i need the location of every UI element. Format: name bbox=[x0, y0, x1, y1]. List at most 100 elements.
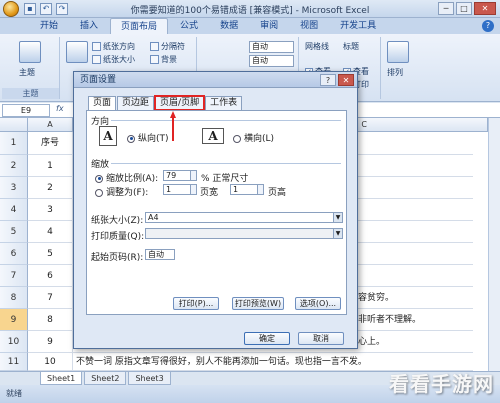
dialog-title-buttons: ? ✕ bbox=[320, 74, 354, 86]
row-header[interactable]: 5 bbox=[0, 221, 28, 243]
portrait-option[interactable]: 纵向(T) bbox=[127, 131, 169, 144]
print-quality-select[interactable]: ▼ bbox=[145, 228, 343, 239]
cell-a[interactable]: 2 bbox=[28, 177, 73, 199]
row-header[interactable]: 7 bbox=[0, 265, 28, 287]
dropdown-arrow-icon[interactable]: ▼ bbox=[333, 229, 342, 238]
breaks-button[interactable]: 分隔符 bbox=[150, 41, 185, 52]
tab-home[interactable]: 开始 bbox=[30, 18, 68, 34]
adjust-radio[interactable] bbox=[95, 174, 103, 183]
cancel-button[interactable]: 取消 bbox=[298, 332, 344, 345]
theme-group-label: 主题 bbox=[2, 88, 59, 99]
size-button[interactable]: 纸张大小 bbox=[92, 54, 135, 65]
landscape-icon: A bbox=[202, 128, 224, 144]
title-bar: ▪ ↶ ↷ 你需要知道的100个易错成语 [兼容模式] - Microsoft … bbox=[0, 0, 500, 18]
spinner-arrows-icon[interactable] bbox=[257, 185, 263, 194]
sheet-tab-2[interactable]: Sheet2 bbox=[84, 372, 127, 385]
fit-wide-spinner[interactable]: 1 bbox=[163, 184, 197, 195]
tab-developer[interactable]: 开发工具 bbox=[330, 18, 386, 34]
cell-a[interactable]: 8 bbox=[28, 309, 73, 331]
spinner-arrows-icon[interactable] bbox=[190, 185, 196, 194]
cell-a[interactable]: 4 bbox=[28, 221, 73, 243]
portrait-radio[interactable] bbox=[127, 134, 135, 143]
tab-page[interactable]: 页面 bbox=[88, 96, 117, 110]
tab-sheet[interactable]: 工作表 bbox=[205, 96, 243, 110]
orientation-icon bbox=[92, 42, 101, 51]
maximize-button[interactable]: □ bbox=[456, 2, 472, 15]
window-controls: ─ □ ✕ bbox=[438, 2, 496, 15]
tab-review[interactable]: 审阅 bbox=[250, 18, 288, 34]
adjust-option[interactable]: 缩放比例(A): bbox=[95, 171, 158, 184]
sheet-tab-1[interactable]: Sheet1 bbox=[40, 372, 83, 385]
fit-tall-suffix: 页高 bbox=[268, 188, 287, 198]
margins-icon[interactable] bbox=[66, 41, 88, 63]
theme-button-label: 主题 bbox=[19, 68, 35, 77]
page-tab-panel: 方向 A 纵向(T) A 横向(L) 缩放 缩放比例(A): 79 % 正常尺寸… bbox=[86, 110, 347, 315]
landscape-option[interactable]: 横向(L) bbox=[233, 131, 274, 144]
row-header[interactable]: 10 bbox=[0, 331, 28, 353]
close-button[interactable]: ✕ bbox=[474, 2, 496, 15]
tab-formulas[interactable]: 公式 bbox=[170, 18, 208, 34]
adjust-spinner[interactable]: 79 bbox=[163, 170, 197, 181]
vertical-scrollbar[interactable] bbox=[488, 118, 500, 371]
row-header[interactable]: 4 bbox=[0, 199, 28, 221]
fit-wide-suffix: 页宽 bbox=[200, 188, 219, 198]
options-button[interactable]: 选项(O)... bbox=[295, 297, 341, 310]
scaling-divider bbox=[111, 163, 341, 164]
cell-a[interactable]: 3 bbox=[28, 199, 73, 221]
minimize-button[interactable]: ─ bbox=[438, 2, 454, 15]
row-header[interactable]: 6 bbox=[0, 243, 28, 265]
group-arrange: 排列 bbox=[383, 37, 413, 99]
fit-tall-spinner[interactable]: 1 bbox=[230, 184, 264, 195]
cell-a[interactable]: 5 bbox=[28, 243, 73, 265]
help-icon[interactable]: ? bbox=[482, 20, 494, 32]
background-button[interactable]: 背景 bbox=[150, 54, 177, 65]
adjust-suffix: % 正常尺寸 bbox=[201, 174, 249, 184]
tab-header-footer[interactable]: 页眉/页脚 bbox=[154, 95, 206, 111]
orientation-button[interactable]: 纸张方向 bbox=[92, 41, 135, 52]
fit-option[interactable]: 调整为(F): bbox=[95, 185, 148, 198]
cell-a[interactable]: 序号 bbox=[28, 132, 73, 155]
row-header[interactable]: 3 bbox=[0, 177, 28, 199]
dropdown-arrow-icon[interactable]: ▼ bbox=[333, 213, 342, 222]
row-header-selected[interactable]: 9 bbox=[0, 309, 28, 331]
cell-a[interactable]: 10 bbox=[28, 353, 73, 371]
gridlines-header: 网格线 bbox=[305, 42, 329, 51]
height-select[interactable]: 自动 bbox=[249, 55, 294, 67]
scaling-label: 缩放 bbox=[91, 160, 110, 170]
tab-insert[interactable]: 插入 bbox=[70, 18, 108, 34]
row-header[interactable]: 11 bbox=[0, 353, 28, 371]
select-all-corner[interactable] bbox=[0, 118, 28, 132]
tab-page-layout[interactable]: 页面布局 bbox=[110, 18, 169, 34]
name-box[interactable]: E9 bbox=[2, 104, 50, 117]
tab-margins[interactable]: 页边距 bbox=[117, 96, 155, 110]
row-header[interactable]: 1 bbox=[0, 132, 28, 155]
dialog-close-button[interactable]: ✕ bbox=[338, 74, 354, 86]
print-button[interactable]: 打印(P)... bbox=[173, 297, 219, 310]
col-header-a[interactable]: A bbox=[28, 118, 73, 132]
theme-icon[interactable] bbox=[19, 41, 41, 63]
paper-size-select[interactable]: A4 ▼ bbox=[145, 212, 343, 223]
first-page-input[interactable]: 自动 bbox=[145, 249, 175, 260]
row-header[interactable]: 8 bbox=[0, 287, 28, 309]
row-header[interactable]: 2 bbox=[0, 155, 28, 177]
print-preview-button[interactable]: 打印预览(W) bbox=[232, 297, 284, 310]
fx-icon[interactable]: fx bbox=[56, 104, 64, 113]
page-setup-dialog: 页面设置 ? ✕ 页面 页边距 页眉/页脚 工作表 方向 A 纵向(T) A 横… bbox=[73, 71, 358, 349]
tab-view[interactable]: 视图 bbox=[290, 18, 328, 34]
landscape-radio[interactable] bbox=[233, 134, 241, 143]
width-select[interactable]: 自动 bbox=[249, 41, 294, 53]
dialog-help-button[interactable]: ? bbox=[320, 74, 336, 86]
cell-a[interactable]: 7 bbox=[28, 287, 73, 309]
ribbon-tabs: 开始 插入 页面布局 公式 数据 审阅 视图 开发工具 ? bbox=[0, 18, 500, 34]
size-icon bbox=[92, 55, 101, 64]
ok-button[interactable]: 确定 bbox=[244, 332, 290, 345]
sheet-tab-3[interactable]: Sheet3 bbox=[128, 372, 171, 385]
arrange-icon[interactable] bbox=[387, 41, 409, 63]
window-title: 你需要知道的100个易错成语 [兼容模式] - Microsoft Excel bbox=[130, 6, 370, 16]
fit-radio[interactable] bbox=[95, 188, 103, 197]
cell-a[interactable]: 1 bbox=[28, 155, 73, 177]
cell-a[interactable]: 9 bbox=[28, 331, 73, 353]
cell-a[interactable]: 6 bbox=[28, 265, 73, 287]
spinner-arrows-icon[interactable] bbox=[190, 171, 196, 180]
tab-data[interactable]: 数据 bbox=[210, 18, 248, 34]
